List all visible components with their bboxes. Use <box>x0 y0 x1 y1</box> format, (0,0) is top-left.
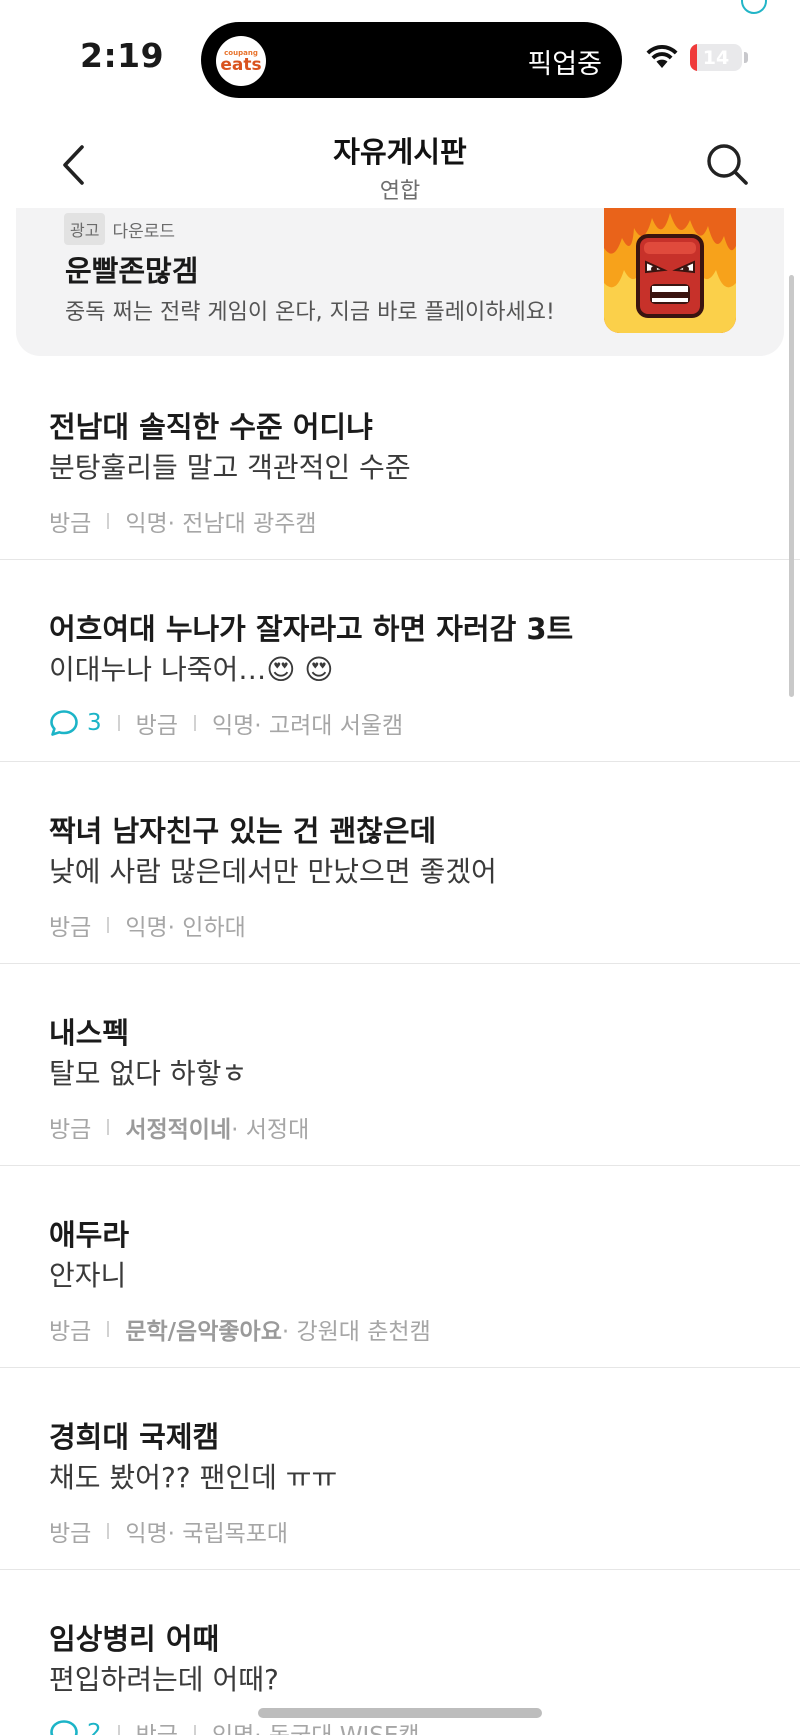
battery-cap <box>744 52 748 63</box>
post-time: 방금 <box>49 1117 92 1143</box>
meta-divider <box>117 1725 120 1735</box>
post-title: 애두라 <box>49 1218 130 1252</box>
meta-divider <box>107 1119 110 1135</box>
post-item[interactable]: 전남대 솔직한 수준 어디냐 분탕훌리들 말고 객관적인 수준 방금 익명 · … <box>0 358 800 560</box>
post-time: 방금 <box>49 1521 92 1547</box>
scrollbar[interactable] <box>789 275 794 697</box>
post-author: 서정적이네 <box>125 1117 232 1143</box>
post-list: 전남대 솔직한 수준 어디냐 분탕훌리들 말고 객관적인 수준 방금 익명 · … <box>0 358 800 1735</box>
post-meta: 방금 문학/음악좋아요 · 강원대 춘천캠 <box>49 1312 431 1346</box>
ad-download-label[interactable]: 다운로드 <box>112 217 175 242</box>
post-title: 경희대 국제캠 <box>49 1420 220 1454</box>
post-time: 방금 <box>49 1319 92 1345</box>
back-button[interactable] <box>50 140 96 190</box>
post-meta: 방금 익명 · 국립목포대 <box>49 1514 288 1548</box>
post-time: 방금 <box>49 511 92 537</box>
post-author: 익명 <box>212 1716 254 1735</box>
post-title: 전남대 솔직한 수준 어디냐 <box>49 410 373 444</box>
search-button[interactable] <box>702 139 752 189</box>
comment-count-value: 2 <box>87 1720 102 1735</box>
post-school: · 인하대 <box>167 915 246 941</box>
meta-divider <box>117 715 120 731</box>
chevron-left-icon <box>63 145 84 185</box>
post-school: · 국립목포대 <box>167 1521 289 1547</box>
live-activity-status: 픽업중 <box>527 49 602 80</box>
post-item[interactable]: 애두라 안자니 방금 문학/음악좋아요 · 강원대 춘천캠 <box>0 1166 800 1368</box>
post-author: 익명 <box>125 511 168 537</box>
page-subtitle: 연합 <box>379 179 421 204</box>
meta-divider <box>193 715 196 731</box>
post-meta: 방금 익명 · 인하대 <box>49 908 246 942</box>
post-item[interactable]: 어흐여대 누나가 잘자라고 하면 자러감 3트 이대누나 나죽어…😍 😍 3 방… <box>0 560 800 762</box>
post-meta: 방금 익명 · 전남대 광주캠 <box>49 504 317 538</box>
ad-badge: 광고 <box>64 213 106 245</box>
post-meta: 방금 서정적이네 · 서정대 <box>49 1110 309 1144</box>
angry-monster-icon <box>604 208 736 333</box>
meta-divider <box>193 1725 196 1735</box>
ad-game-image <box>604 208 736 333</box>
ad-banner[interactable]: 광고 다운로드 운빨존많겜 중독 쩌는 전략 게임이 온다, 지금 바로 플레이… <box>16 208 784 356</box>
meta-divider <box>107 917 110 933</box>
post-school: · 고려대 서울캠 <box>254 713 404 739</box>
post-title: 어흐여대 누나가 잘자라고 하면 자러감 3트 <box>49 612 574 646</box>
post-author: 익명 <box>125 1521 168 1547</box>
post-item[interactable]: 내스펙 탈모 없다 하핳ㅎ 방금 서정적이네 · 서정대 <box>0 964 800 1166</box>
post-school: · 강원대 춘천캠 <box>281 1319 431 1345</box>
post-title: 임상병리 어때 <box>49 1622 220 1656</box>
post-preview: 분탕훌리들 말고 객관적인 수준 <box>49 451 411 484</box>
post-author: 익명 <box>125 915 168 941</box>
post-time: 방금 <box>135 713 178 739</box>
post-title: 내스펙 <box>49 1016 130 1050</box>
page-title: 자유게시판 <box>333 135 467 169</box>
comment-count: 3 <box>49 709 102 737</box>
comment-bubble-icon <box>50 710 78 736</box>
post-title: 짝녀 남자친구 있는 건 괜찮은데 <box>49 814 437 848</box>
comment-count-value: 3 <box>87 710 102 736</box>
post-preview: 탈모 없다 하핳ㅎ <box>49 1057 248 1090</box>
comment-count: 2 <box>49 1719 102 1735</box>
meta-divider <box>107 1321 110 1337</box>
meta-divider <box>107 513 110 529</box>
header-titles: 자유게시판 연합 <box>200 129 600 205</box>
ad-description: 중독 쩌는 전략 게임이 온다, 지금 바로 플레이하세요! <box>65 300 555 325</box>
status-bar: 2:19 coupang eats 픽업중 14 <box>0 0 800 115</box>
coupang-eats-logo: coupang eats <box>216 36 266 86</box>
post-preview: 채도 봤어?? 팬인데 ㅠㅠ <box>49 1461 338 1494</box>
meta-divider <box>107 1523 110 1539</box>
logo-text-bottom: eats <box>220 54 262 75</box>
home-indicator[interactable] <box>258 1708 542 1718</box>
post-school: · 전남대 광주캠 <box>167 511 317 537</box>
post-author: 익명 <box>211 713 255 739</box>
ad-title: 운빨존많겜 <box>65 254 199 288</box>
battery-level: 14 <box>702 46 730 69</box>
post-time: 방금 <box>136 1716 178 1735</box>
post-preview: 편입하려는데 어때? <box>49 1663 279 1696</box>
comment-bubble-icon <box>50 1720 78 1735</box>
post-item[interactable]: 경희대 국제캠 채도 봤어?? 팬인데 ㅠㅠ 방금 익명 · 국립목포대 <box>0 1368 800 1570</box>
battery-icon: 14 <box>690 44 742 71</box>
post-school: · 동국대 WISE캠 <box>254 1716 419 1735</box>
post-preview: 낮에 사람 많은데서만 만났으면 좋겠어 <box>49 855 497 888</box>
dynamic-island[interactable]: coupang eats 픽업중 <box>201 22 622 98</box>
status-time: 2:19 <box>80 36 165 75</box>
board-header: 자유게시판 연합 <box>0 115 800 210</box>
post-meta: 3 방금 익명 · 고려대 서울캠 <box>49 706 403 740</box>
post-preview: 안자니 <box>49 1259 127 1292</box>
post-meta: 2 방금 익명 · 동국대 WISE캠 <box>49 1716 420 1735</box>
search-icon <box>707 144 748 185</box>
post-time: 방금 <box>49 915 92 941</box>
post-item[interactable]: 짝녀 남자친구 있는 건 괜찮은데 낮에 사람 많은데서만 만났으면 좋겠어 방… <box>0 762 800 964</box>
post-school: · 서정대 <box>231 1117 310 1143</box>
post-author: 문학/음악좋아요 <box>125 1319 282 1345</box>
post-preview: 이대누나 나죽어…😍 😍 <box>49 653 334 686</box>
wifi-icon <box>646 44 678 68</box>
ad-top-row: 광고 다운로드 <box>64 213 175 245</box>
